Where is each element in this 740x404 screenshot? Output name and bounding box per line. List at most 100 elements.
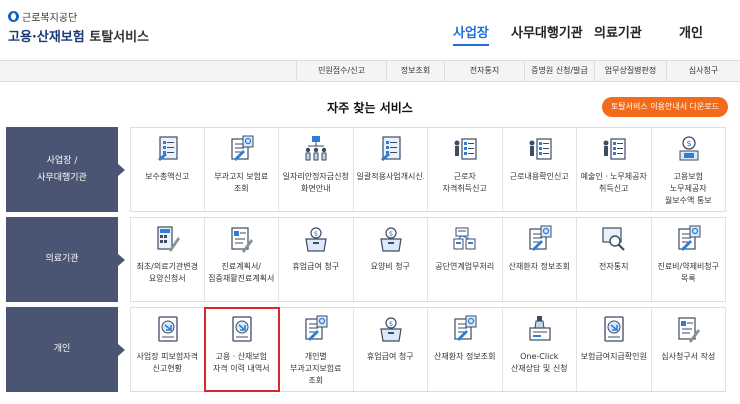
service-item[interactable]: One-Click 산재상담 및 신청 xyxy=(503,308,577,391)
document-search-icon xyxy=(303,314,329,344)
workers-document-icon xyxy=(452,134,478,164)
submenu-civil-report[interactable]: 민원접수/신고 xyxy=(296,61,386,81)
service-item[interactable]: 근로내용확인신고 xyxy=(503,128,577,211)
service-item[interactable]: 산재환자 정보조회 xyxy=(503,218,577,301)
service-item-label: 사업장 피보험자격 신고현황 xyxy=(136,352,198,373)
service-item[interactable]: $ 휴업급여 청구 xyxy=(354,308,428,391)
service-item[interactable]: 예술인ㆍ노무제공자 취득신고 xyxy=(577,128,652,211)
document-list-icon xyxy=(378,134,404,164)
svg-text:$: $ xyxy=(388,320,392,328)
row-label: 개인 xyxy=(6,307,125,392)
document-pen-icon xyxy=(676,314,702,344)
service-grid: 최초/의료기관변경 요양신청서 진료계획서/집중재활진료계획서 $ 휴업급여 청구 $ 요… xyxy=(130,217,726,302)
svg-text:$: $ xyxy=(388,230,392,238)
service-item-label: 근로자 자격취득신고 xyxy=(442,172,487,193)
money-box-icon: $ xyxy=(378,314,404,344)
service-item-label: 전자통지 xyxy=(599,262,629,271)
service-item[interactable]: $ 휴업급여 청구 xyxy=(279,218,354,301)
download-guide-button[interactable]: 토탈서비스 이용안내서 다운로드 xyxy=(602,97,728,117)
service-item[interactable]: 보수총액신고 xyxy=(130,128,205,211)
top-nav: 사업장 사무대행기관 의료기관 개인 xyxy=(0,22,740,46)
svg-text:$: $ xyxy=(686,139,691,148)
service-grid: 사업장 피보험자격 신고현황 고용ㆍ산재보험 자격 이력 내역서 개인별 부과고지보… xyxy=(130,307,726,392)
service-item-label: 고용보험 노무제공자 월보수액 통보 xyxy=(664,172,712,205)
service-item-label: One-Click 산재상담 및 신청 xyxy=(510,352,568,373)
submenu-review-claim[interactable]: 심사청구 xyxy=(666,61,740,81)
service-item-label: 고용ㆍ산재보험 자격 이력 내역서 xyxy=(212,352,270,373)
service-item[interactable]: 전자통지 xyxy=(577,218,652,301)
service-item-label: 휴업급여 청구 xyxy=(292,262,340,271)
service-row-medical: 의료기관 최초/의료기관변경 요양신청서 진료계획서/집중재활진료계획서 $ 휴업급여… xyxy=(6,217,727,302)
service-item[interactable]: 보험급여지급확인원 xyxy=(577,308,652,391)
topnav-personal[interactable]: 개인 xyxy=(679,22,703,41)
service-item[interactable]: 개인별 부과고지보험료 조회 xyxy=(279,308,354,391)
row-label: 사업장 / 사무대행기관 xyxy=(6,127,125,212)
service-item-label: 휴업급여 청구 xyxy=(366,352,414,361)
service-row-business: 사업장 / 사무대행기관 보수총액신고 부과고지 보험료 조회 일자리안정자금신청 … xyxy=(6,127,727,212)
money-box-icon: $ xyxy=(378,224,404,254)
service-item-label: 진료비/약제비청구 목록 xyxy=(657,262,720,283)
submenu-info-inquiry[interactable]: 정보조회 xyxy=(386,61,444,81)
money-person-icon: $ xyxy=(676,134,702,164)
download-document-icon xyxy=(155,314,181,344)
service-item[interactable]: 진료비/약제비청구 목록 xyxy=(652,218,726,301)
service-item[interactable]: $ 요양비 청구 xyxy=(354,218,428,301)
logo-mark-icon xyxy=(8,11,19,22)
service-item[interactable]: 산재환자 정보조회 xyxy=(428,308,503,391)
service-row-personal: 개인 사업장 피보험자격 신고현황 고용ㆍ산재보험 자격 이력 내역서 개인별 부과… xyxy=(6,307,727,392)
service-item[interactable]: 일자리안정자금신청 화면안내 xyxy=(279,128,354,211)
service-item-label: 예술인ㆍ노무제공자 취득신고 xyxy=(580,172,647,193)
service-item-label: 부과고지 보험료 조회 xyxy=(214,172,269,193)
service-item-label: 공단연계업무처리 xyxy=(435,262,495,271)
document-pen-icon xyxy=(229,224,255,254)
service-item-label: 보수총액신고 xyxy=(145,172,190,181)
money-box-icon: $ xyxy=(303,224,329,254)
service-item-label: 산재환자 정보조회 xyxy=(508,262,570,271)
service-item[interactable]: $ 고용보험 노무제공자 월보수액 통보 xyxy=(652,128,726,211)
service-item-label: 요양비 청구 xyxy=(370,262,410,271)
service-item-label: 심사청구서 작성 xyxy=(661,352,716,361)
workers-document-icon xyxy=(601,134,627,164)
download-document-icon xyxy=(601,314,627,344)
document-search-icon xyxy=(452,314,478,344)
submenu-e-notice[interactable]: 전자통지 xyxy=(444,61,524,81)
service-item[interactable]: 심사청구서 작성 xyxy=(652,308,726,391)
document-search-icon xyxy=(676,224,702,254)
service-item[interactable]: 일괄적용사업개시신고 xyxy=(354,128,428,211)
topnav-medical[interactable]: 의료기관 xyxy=(594,22,642,41)
service-item-label: 보험급여지급확인원 xyxy=(580,352,647,361)
service-item-label: 일괄적용사업개시신고 xyxy=(356,172,425,181)
service-item[interactable]: 근로자 자격취득신고 xyxy=(428,128,503,211)
service-grid: 보수총액신고 부과고지 보험료 조회 일자리안정자금신청 화면안내 일괄적용사업개시신… xyxy=(130,127,726,212)
topnav-agency[interactable]: 사무대행기관 xyxy=(511,22,583,41)
document-list-icon xyxy=(155,134,181,164)
document-search-icon xyxy=(229,134,255,164)
submenu-certificate[interactable]: 증명원 신청/발급 xyxy=(524,61,594,81)
calculator-pen-icon xyxy=(155,224,181,254)
svg-text:$: $ xyxy=(314,230,318,238)
service-item-label: 최초/의료기관변경 요양신청서 xyxy=(136,262,199,283)
sub-menu-bar: 민원접수/신고 정보조회 전자통지 증명원 신청/발급 업무상질병판정 심사청구 xyxy=(0,60,740,82)
download-document-icon xyxy=(229,314,255,344)
service-item[interactable]: 부과고지 보험료 조회 xyxy=(205,128,279,211)
service-item[interactable]: 사업장 피보험자격 신고현황 xyxy=(130,308,205,391)
bottle-document-icon xyxy=(527,314,553,344)
people-org-icon xyxy=(303,134,329,164)
service-item[interactable]: 공단연계업무처리 xyxy=(428,218,503,301)
service-item[interactable]: 최초/의료기관변경 요양신청서 xyxy=(130,218,205,301)
service-item-label: 일자리안정자금신청 화면안내 xyxy=(282,172,349,193)
service-item[interactable]: 진료계획서/집중재활진료계획서 xyxy=(205,218,279,301)
service-item-label: 근로내용확인신고 xyxy=(509,172,569,181)
workers-document-icon xyxy=(527,134,553,164)
service-item-label: 진료계획서/집중재활진료계획서 xyxy=(208,262,275,283)
service-item-label: 개인별 부과고지보험료 조회 xyxy=(289,352,342,385)
header: 근로복지공단 고용·산재보험 토탈서비스 사업장 사무대행기관 의료기관 개인 xyxy=(0,0,740,60)
submenu-occupational-disease[interactable]: 업무상질병판정 xyxy=(594,61,666,81)
service-item-label: 산재환자 정보조회 xyxy=(434,352,496,361)
magnifier-screen-icon xyxy=(601,224,627,254)
row-label: 의료기관 xyxy=(6,217,125,302)
network-document-icon xyxy=(452,224,478,254)
topnav-business[interactable]: 사업장 xyxy=(453,22,489,46)
service-item[interactable]: 고용ㆍ산재보험 자격 이력 내역서 xyxy=(203,307,280,392)
document-search-icon xyxy=(527,224,553,254)
